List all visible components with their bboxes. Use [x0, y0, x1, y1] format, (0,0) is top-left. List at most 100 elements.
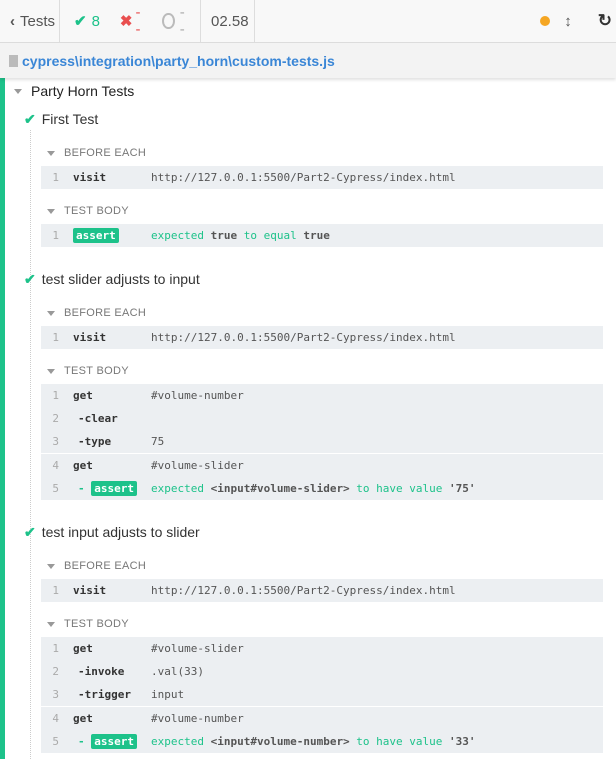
hook-header[interactable]: BEFORE EACH [41, 140, 603, 166]
x-icon: ✖ [119, 13, 133, 30]
hook-label: TEST BODY [64, 365, 129, 377]
command-number: 1 [52, 389, 59, 402]
command-message: http://127.0.0.1:5500/Part2-Cypress/inde… [151, 331, 456, 344]
command-row[interactable]: 2 -clear [41, 407, 603, 430]
hook-header[interactable]: TEST BODY [41, 198, 603, 224]
command-message: #volume-slider [151, 459, 244, 472]
command-group: 1 visit http://127.0.0.1:5500/Part2-Cypres… [41, 166, 603, 190]
command-group: 1 visit http://127.0.0.1:5500/Part2-Cypres… [41, 579, 603, 603]
message-part: '75' [449, 482, 476, 495]
command-number: 1 [52, 642, 59, 655]
check-icon: ✔ [74, 13, 87, 30]
suite-title[interactable]: Party Horn Tests [14, 82, 134, 100]
spec-file-link[interactable]: cypress\integration\party_horn\custom-te… [22, 53, 335, 69]
command-message: #volume-slider [151, 642, 244, 655]
command-name: assert [73, 228, 151, 243]
pending-count: -- [179, 4, 185, 38]
passed-count: 8 [91, 12, 100, 30]
command-name: get [73, 642, 151, 655]
command-row[interactable]: 2 -invoke .val(33) [41, 660, 603, 683]
test-title-label: test slider adjusts to input [41, 271, 200, 287]
command-name: get [73, 712, 151, 725]
running-indicator-icon [540, 16, 551, 26]
command-number: 4 [52, 712, 59, 725]
hook-header[interactable]: BEFORE EACH [41, 300, 603, 326]
message-part: expected [151, 735, 211, 748]
command-number: 5 [52, 482, 59, 495]
command-number: 3 [52, 435, 59, 448]
command-row[interactable]: 1 visit http://127.0.0.1:5500/Part2-Cypres… [41, 326, 603, 349]
command-name: get [73, 389, 151, 402]
command-row[interactable]: 4 get #volume-number [41, 707, 603, 730]
hook-label: TEST BODY [64, 205, 129, 217]
command-message: input [151, 688, 185, 701]
auto-scroll-icon[interactable]: ↕ [564, 13, 572, 30]
command-name: -invoke [73, 665, 151, 678]
hook: BEFORE EACH 1 visit http://127.0.0.1:5500/P… [41, 553, 603, 603]
hook-label: BEFORE EACH [64, 147, 147, 159]
pending-stat: -- [162, 4, 188, 38]
assert-badge: assert [91, 734, 137, 749]
command-name: - assert [73, 734, 151, 749]
command-name: - assert [73, 481, 151, 496]
command-number: 2 [52, 665, 59, 678]
command-number: 1 [52, 229, 59, 242]
command-name: visit [73, 331, 151, 344]
command-group: 1 get #volume-slider 2 -invoke .val(33) 3 -trig… [41, 637, 603, 707]
test-title[interactable]: ✔ test slider adjusts to input [0, 266, 616, 292]
test-item: ✔ First Test BEFORE EACH 1 visit http://127.0… [0, 106, 616, 248]
caret-down-icon [47, 208, 55, 214]
hook-header[interactable]: BEFORE EACH [41, 553, 603, 579]
command-group: 1 get #volume-number 2 -clear 3 -type 75 [41, 384, 603, 454]
caret-down-icon [47, 563, 55, 569]
command-number: 3 [52, 688, 59, 701]
hook-header[interactable]: TEST BODY [41, 611, 603, 637]
message-part: true [303, 229, 330, 242]
command-message: .val(33) [151, 665, 204, 678]
command-name-label: get [73, 389, 93, 402]
hook: TEST BODY 1 get #volume-slider 2 -invoke .val(… [41, 611, 603, 754]
test-title-label: test input adjusts to slider [41, 524, 200, 540]
command-name: -trigger [73, 688, 151, 701]
command-name-label: visit [73, 584, 107, 597]
command-row[interactable]: 5- assert expected <input#volume-number> … [41, 730, 603, 753]
test-title[interactable]: ✔ First Test [0, 106, 616, 132]
command-row[interactable]: 1 assert expected true to equal true [41, 224, 603, 247]
reload-icon[interactable]: ↻ [598, 11, 612, 31]
hook: TEST BODY 1 get #volume-number 2 -clear 3 -type… [41, 358, 603, 501]
command-row[interactable]: 3 -type 75 [41, 430, 603, 453]
command-row[interactable]: 1 visit http://127.0.0.1:5500/Part2-Cypres… [41, 166, 603, 189]
message-part: expected [151, 229, 211, 242]
message-part: <input#volume-slider> [210, 482, 350, 495]
caret-down-icon [47, 150, 55, 156]
hook: BEFORE EACH 1 visit http://127.0.0.1:5500/P… [41, 140, 603, 190]
hook-header[interactable]: TEST BODY [41, 358, 603, 384]
hook: TEST BODY 1 assert expected true to equal t… [41, 198, 603, 248]
command-number: 5 [52, 735, 59, 748]
stats: ✔ 8 ✖ -- -- [60, 0, 201, 43]
pending-circle-icon [162, 13, 175, 29]
test-item: ✔ test slider adjusts to input BEFORE EACH… [0, 266, 616, 501]
child-dash: - [78, 735, 92, 748]
message-part: true [210, 229, 238, 242]
spec-file-bar: cypress\integration\party_horn\custom-te… [0, 43, 616, 78]
runnables: Party Horn Tests ✔ First Test BEFORE EACH 1… [0, 78, 616, 759]
command-row[interactable]: 3 -trigger input [41, 683, 603, 706]
back-to-tests-button[interactable]: ‹ Tests [0, 0, 60, 43]
command-row[interactable]: 4 get #volume-slider [41, 454, 603, 477]
command-row[interactable]: 5- assert expected <input#volume-slider> … [41, 477, 603, 500]
test-title[interactable]: ✔ test input adjusts to slider [0, 519, 616, 545]
command-row[interactable]: 1 get #volume-number [41, 384, 603, 407]
hook-label: TEST BODY [64, 618, 129, 630]
hook-label: BEFORE EACH [64, 560, 147, 572]
command-group: 1 assert expected true to equal true [41, 224, 603, 248]
command-message: http://127.0.0.1:5500/Part2-Cypress/inde… [151, 584, 456, 597]
command-name-label: visit [73, 331, 107, 344]
hook: BEFORE EACH 1 visit http://127.0.0.1:5500/P… [41, 300, 603, 350]
command-row[interactable]: 1 visit http://127.0.0.1:5500/Part2-Cypres… [41, 579, 603, 602]
assert-badge: assert [91, 481, 137, 496]
command-name-label: -trigger [78, 688, 131, 701]
command-row[interactable]: 1 get #volume-slider [41, 637, 603, 660]
caret-down-icon [47, 621, 55, 627]
suite-title-label: Party Horn Tests [31, 83, 135, 99]
